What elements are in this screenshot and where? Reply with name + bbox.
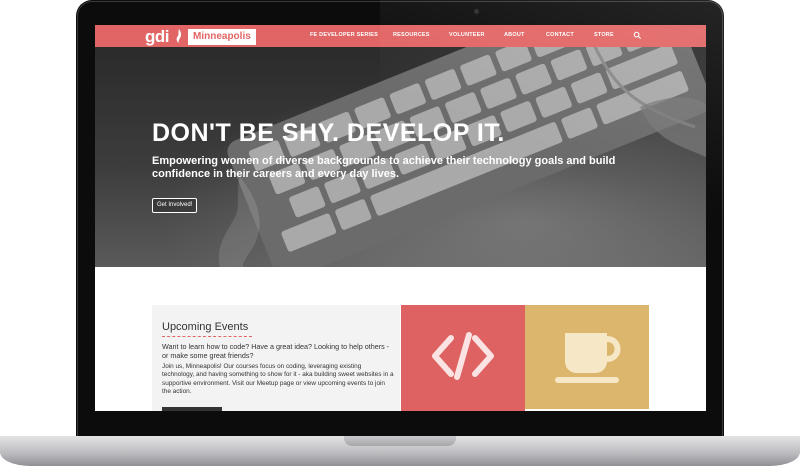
hero-subtitle: Empowering women of diverse backgrounds …	[152, 155, 616, 180]
events-lead: Want to learn how to code? Have a great …	[162, 342, 390, 360]
hero-title: DON'T BE SHY. DEVELOP IT.	[152, 119, 505, 147]
main-content: Upcoming Events Want to learn how to cod…	[95, 267, 706, 411]
events-body: Join us, Minneapolis! Our courses focus …	[162, 363, 394, 395]
nav-contact[interactable]: CONTACT	[546, 32, 574, 38]
nav-volunteer[interactable]: VOLUNTEER	[449, 32, 485, 38]
events-button[interactable]	[162, 407, 222, 411]
laptop-notch	[344, 436, 456, 446]
coffee-tile[interactable]	[525, 305, 649, 409]
nav-resources[interactable]: RESOURCES	[393, 32, 430, 38]
browser-screen: gdi Minneapolis FE DEVELOPER SERIES RESO…	[95, 25, 706, 411]
events-title: Upcoming Events	[162, 321, 249, 333]
code-icon	[401, 305, 525, 411]
logo-text[interactable]: gdi	[145, 28, 170, 45]
nav-store[interactable]: STORE	[594, 32, 614, 38]
get-involved-button[interactable]: Get Involved!	[152, 198, 198, 213]
code-tile[interactable]	[401, 305, 525, 411]
nav-about[interactable]: ABOUT	[504, 32, 525, 38]
nav-fe-developer-series[interactable]: FE DEVELOPER SERIES	[310, 32, 378, 38]
hero-banner: DON'T BE SHY. DEVELOP IT. Empowering wom…	[95, 47, 706, 267]
events-title-underline	[162, 336, 252, 337]
search-icon[interactable]	[633, 31, 642, 40]
coffee-cup-icon	[555, 333, 621, 383]
gdi-flame-icon	[176, 29, 182, 43]
top-nav: gdi Minneapolis FE DEVELOPER SERIES RESO…	[95, 25, 706, 47]
chapter-badge[interactable]: Minneapolis	[188, 29, 256, 45]
camera	[474, 9, 479, 14]
upcoming-events-card: Upcoming Events Want to learn how to cod…	[152, 305, 400, 411]
